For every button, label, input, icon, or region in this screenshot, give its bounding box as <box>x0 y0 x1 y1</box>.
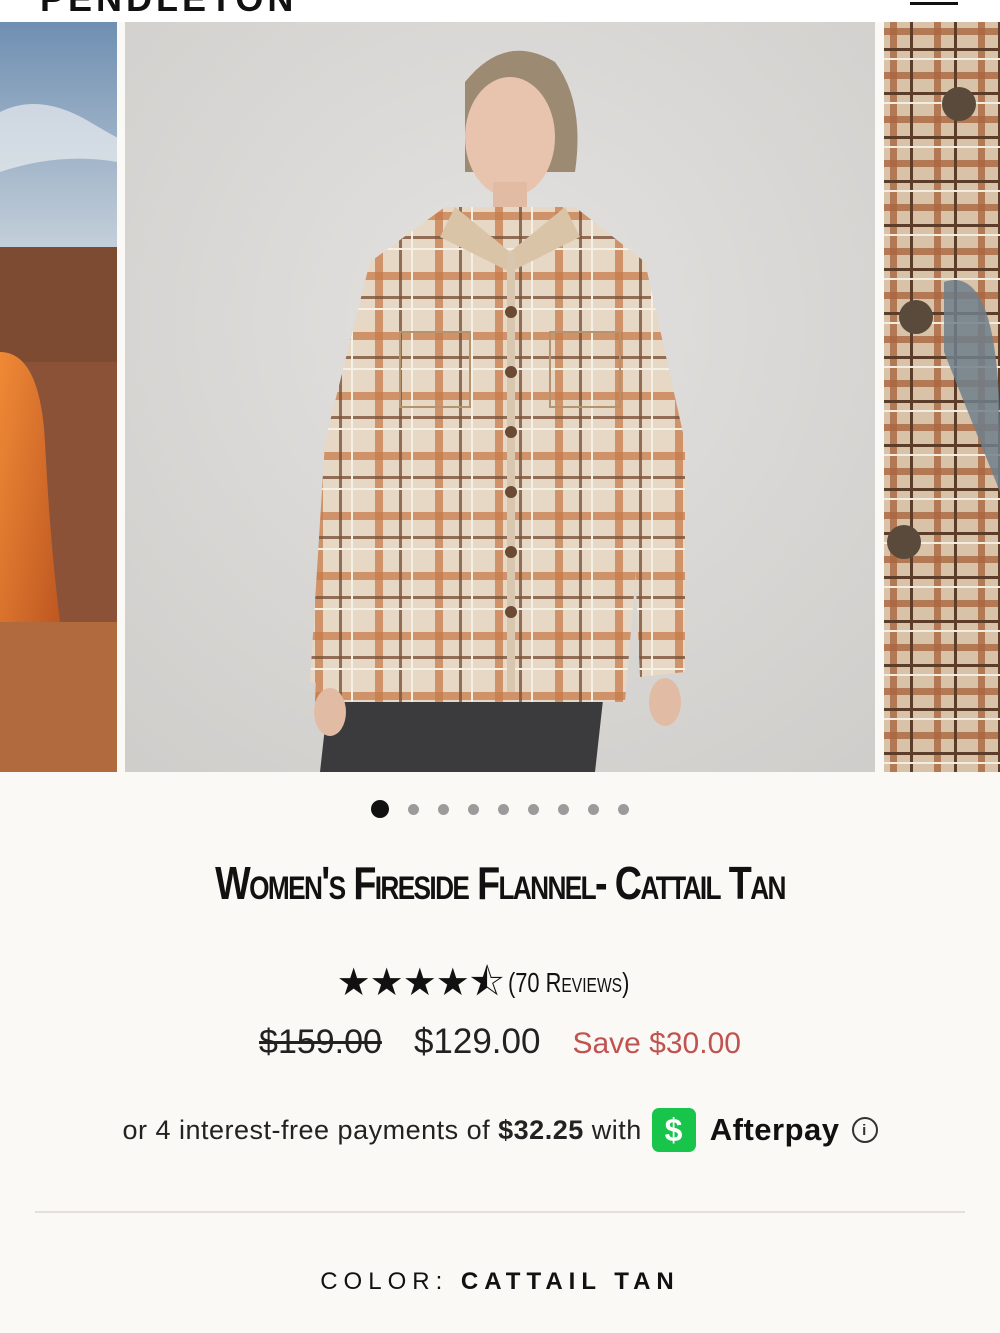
color-value: CATTAIL TAN <box>460 1268 680 1295</box>
product-title: Women's Fireside Flannel- Cattail Tan <box>215 857 786 909</box>
color-selector-label: COLOR: CATTAIL TAN <box>0 1268 1000 1296</box>
pagination-dot[interactable] <box>438 803 449 815</box>
afterpay-with: with <box>591 1114 642 1145</box>
menu-icon[interactable] <box>910 0 958 5</box>
price-block: $159.00 $129.00 Save $30.00 <box>0 1022 1000 1062</box>
afterpay-text: or 4 interest-free payments of <box>122 1114 491 1145</box>
pagination-dot[interactable] <box>468 803 479 815</box>
afterpay-logo-icon: $ <box>651 1108 696 1152</box>
star-rating-icon: ★★★★⯪ <box>336 962 505 1004</box>
pagination-dot[interactable] <box>498 803 509 815</box>
product-rating[interactable]: ★★★★⯪ (70 Reviews) <box>0 964 1000 1002</box>
reviews-link[interactable]: (70 Reviews) <box>508 967 629 999</box>
pagination-dot[interactable] <box>528 803 539 815</box>
info-icon[interactable]: i <box>851 1117 878 1143</box>
gallery-slide-previous[interactable] <box>0 22 117 772</box>
original-price: $159.00 <box>259 1023 382 1061</box>
site-header: PENDLETON <box>0 0 1000 22</box>
gallery-slide-main[interactable] <box>125 22 875 772</box>
pagination-dot[interactable] <box>618 803 629 815</box>
afterpay-message: or 4 interest-free payments of $32.25 wi… <box>0 1108 1000 1152</box>
afterpay-amount: $32.25 <box>498 1114 584 1145</box>
afterpay-brand: Afterpay <box>709 1112 840 1147</box>
pagination-dot[interactable] <box>588 803 599 815</box>
product-image-gallery[interactable] <box>0 22 1000 772</box>
section-divider <box>35 1211 965 1213</box>
brand-logo[interactable]: PENDLETON <box>40 0 297 20</box>
gallery-slide-next[interactable] <box>884 22 1000 772</box>
gallery-pagination <box>0 800 1000 818</box>
pagination-dot[interactable] <box>408 803 419 815</box>
savings-label: Save $30.00 <box>572 1027 741 1060</box>
pagination-dot[interactable] <box>371 800 389 818</box>
pagination-dot[interactable] <box>558 803 569 815</box>
sale-price: $129.00 <box>413 1022 541 1061</box>
color-label: COLOR: <box>320 1268 449 1295</box>
